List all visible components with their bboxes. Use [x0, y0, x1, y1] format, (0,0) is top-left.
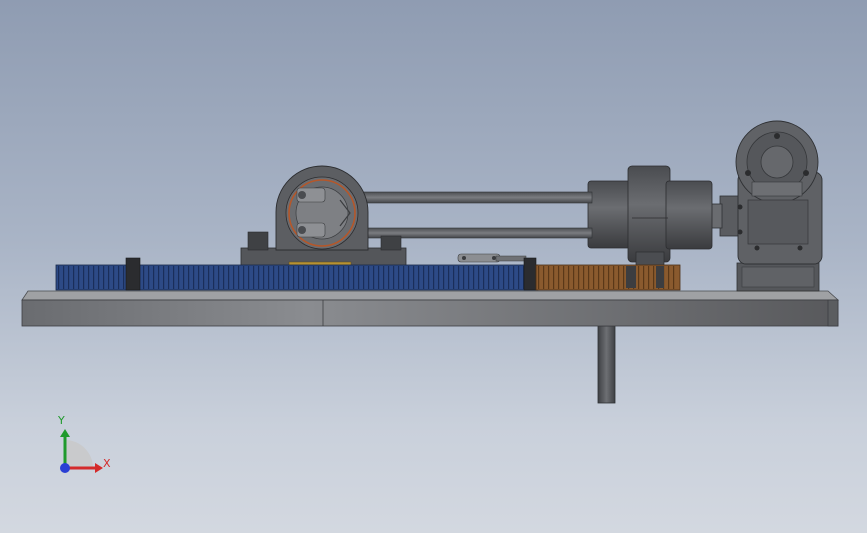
graphics-viewport[interactable]: Y X	[0, 0, 867, 533]
coordinate-triad	[60, 429, 103, 473]
axis-x-label: X	[103, 457, 111, 470]
z-axis-dot	[60, 463, 70, 473]
axis-y-label: Y	[58, 414, 65, 427]
